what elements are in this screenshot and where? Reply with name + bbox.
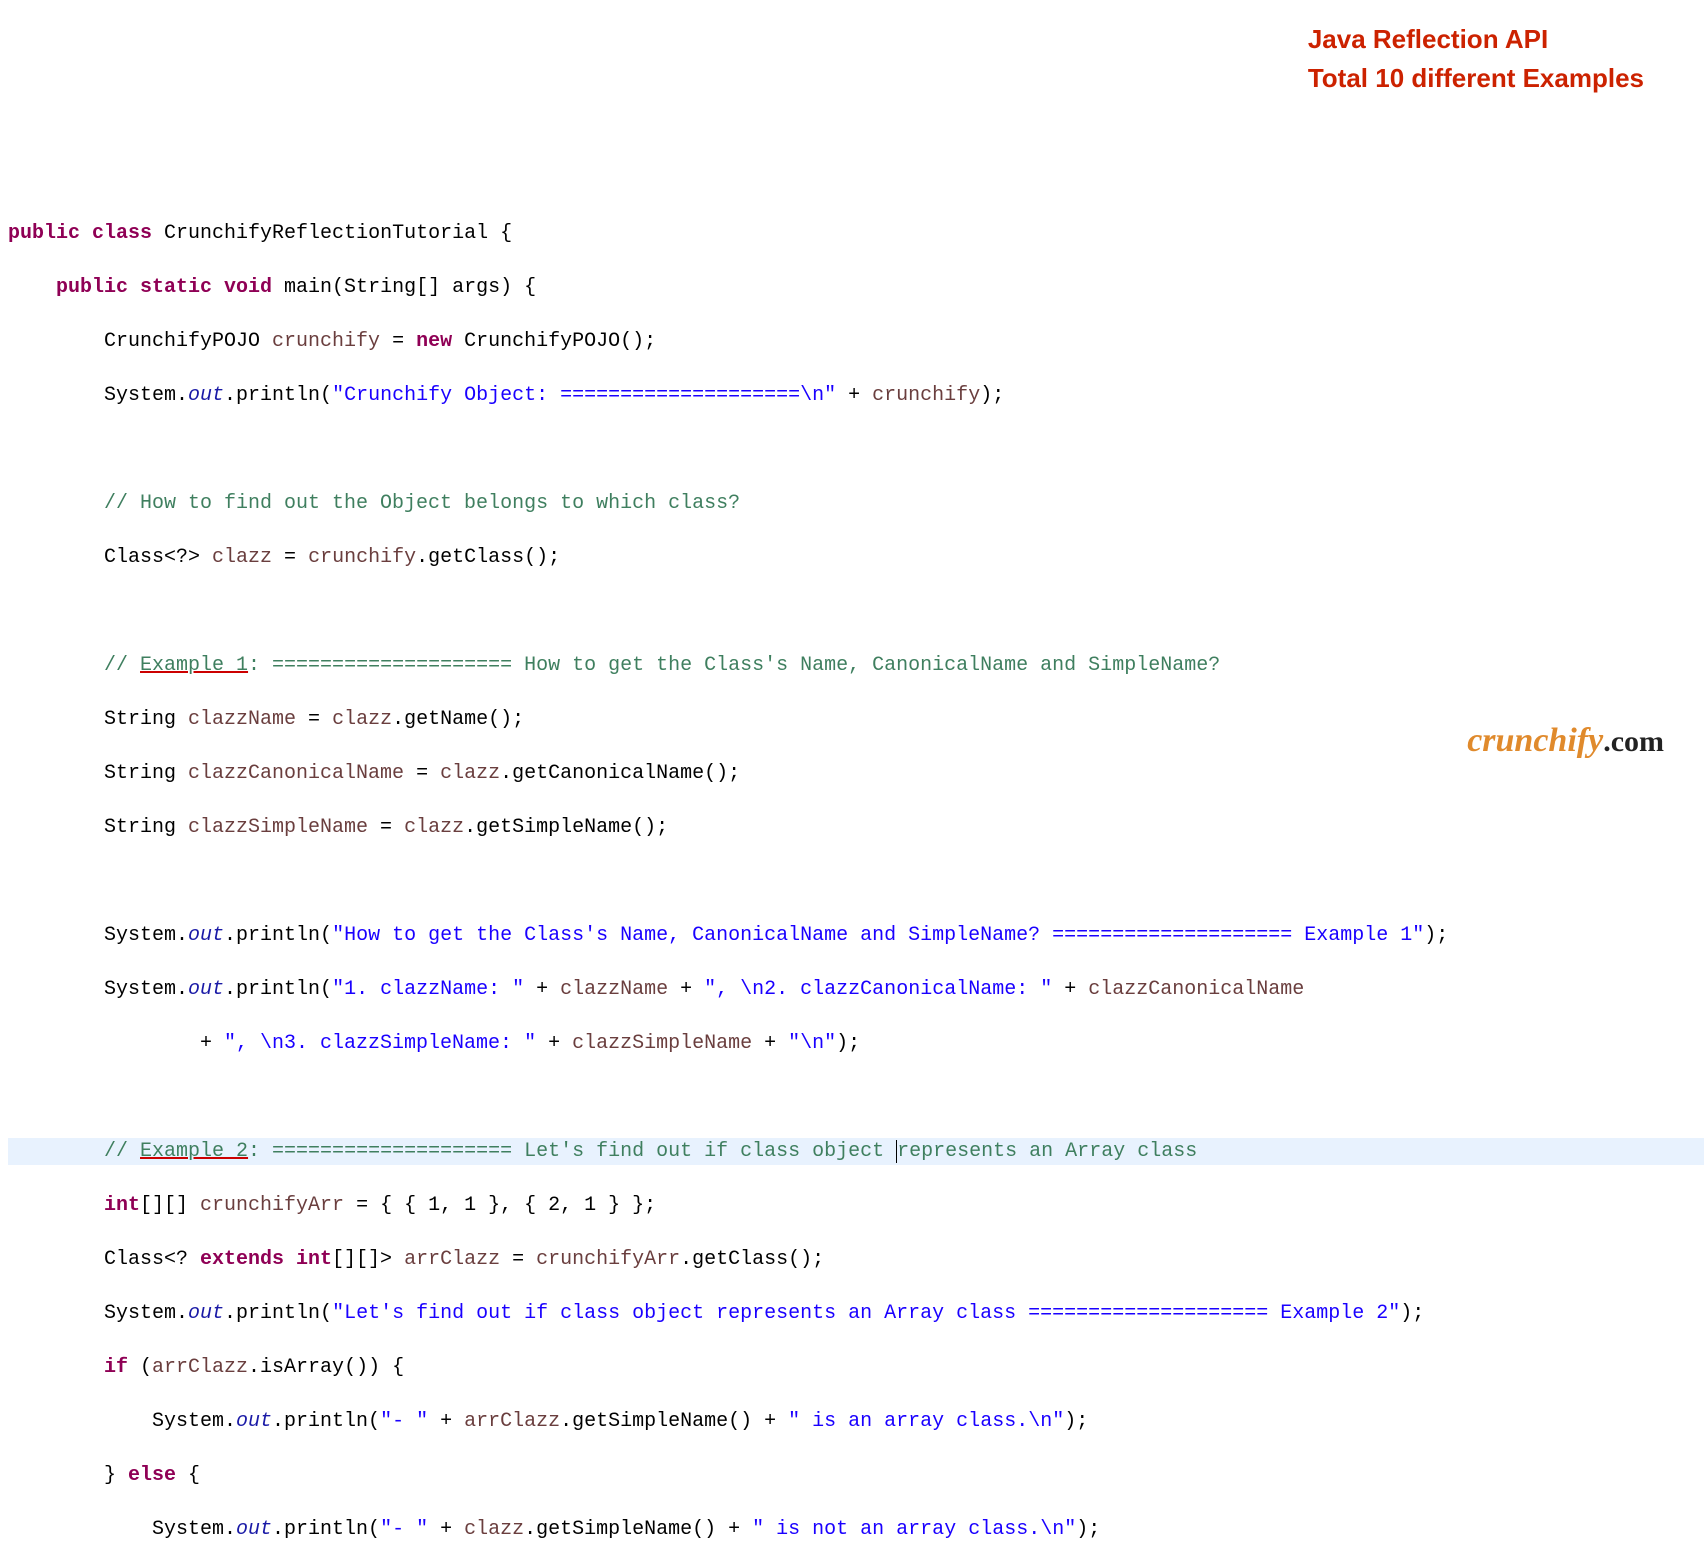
blank-line — [8, 436, 1704, 463]
code-line: Class<?> clazz = crunchify.getClass(); — [8, 544, 1704, 571]
code-line: String clazzSimpleName = clazz.getSimple… — [8, 814, 1704, 841]
header-line1: Java Reflection API — [1308, 20, 1644, 59]
code-line: Class<? extends int[][]> arrClazz = crun… — [8, 1246, 1704, 1273]
code-line: // Example 1: ==================== How t… — [8, 652, 1704, 679]
code-line: int[][] crunchifyArr = { { 1, 1 }, { 2, … — [8, 1192, 1704, 1219]
logo-script: crunchify — [1467, 722, 1603, 759]
header-overlay: Java Reflection API Total 10 different E… — [1308, 20, 1644, 98]
header-line2: Total 10 different Examples — [1308, 59, 1644, 98]
code-line: public class CrunchifyReflectionTutorial… — [8, 220, 1704, 247]
code-line: CrunchifyPOJO crunchify = new CrunchifyP… — [8, 328, 1704, 355]
logo: crunchify.com — [1452, 678, 1664, 764]
code-line: System.out.println("Crunchify Object: ==… — [8, 382, 1704, 409]
code-line: public static void main(String[] args) { — [8, 274, 1704, 301]
code-line: System.out.println("- " + clazz.getSimpl… — [8, 1516, 1704, 1543]
code-line: // How to find out the Object belongs to… — [8, 490, 1704, 517]
blank-line — [8, 598, 1704, 625]
blank-line — [8, 868, 1704, 895]
code-line: System.out.println("- " + arrClazz.getSi… — [8, 1408, 1704, 1435]
logo-suffix: .com — [1603, 725, 1664, 758]
code-line: System.out.println("1. clazzName: " + cl… — [8, 976, 1704, 1003]
code-line-highlighted: // Example 2: ==================== Let's… — [8, 1138, 1704, 1165]
code-line: System.out.println("How to get the Class… — [8, 922, 1704, 949]
code-line: } else { — [8, 1462, 1704, 1489]
code-line: String clazzCanonicalName = clazz.getCan… — [8, 760, 1704, 787]
blank-line — [8, 1084, 1704, 1111]
code-line: System.out.println("Let's find out if cl… — [8, 1300, 1704, 1327]
code-line: if (arrClazz.isArray()) { — [8, 1354, 1704, 1381]
code-line: + ", \n3. clazzSimpleName: " + clazzSimp… — [8, 1030, 1704, 1057]
code-line: String clazzName = clazz.getName(); — [8, 706, 1704, 733]
